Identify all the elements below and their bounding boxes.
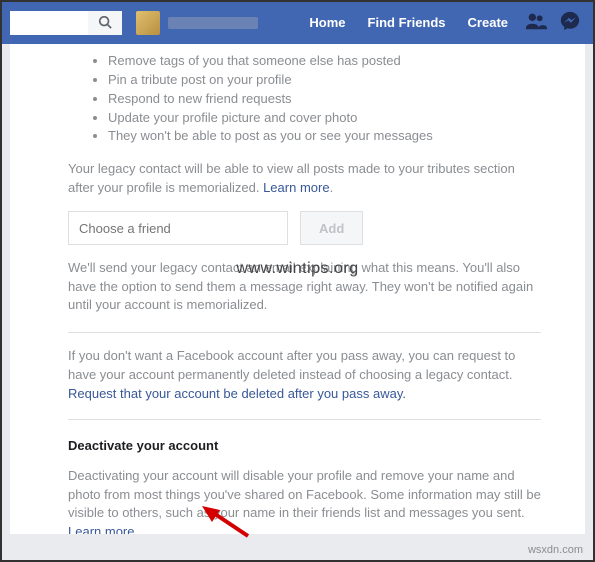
choose-friend-row: Add — [68, 211, 541, 245]
nav-find-friends[interactable]: Find Friends — [357, 2, 457, 44]
nav-home[interactable]: Home — [298, 2, 356, 44]
tributes-text: Your legacy contact will be able to view… — [68, 160, 541, 197]
learn-more-link[interactable]: Learn more — [263, 180, 329, 195]
list-item: Respond to new friend requests — [108, 90, 541, 109]
legacy-email-text: We'll send your legacy contact an email … — [68, 259, 541, 314]
list-item: Update your profile picture and cover ph… — [108, 109, 541, 128]
deactivate-title: Deactivate your account — [68, 438, 541, 453]
messenger-icon[interactable] — [559, 10, 581, 37]
add-button[interactable]: Add — [300, 211, 363, 245]
search-wrap — [10, 11, 122, 35]
username[interactable] — [168, 17, 258, 29]
request-delete-link[interactable]: Request that your account be deleted aft… — [68, 386, 406, 401]
divider — [68, 332, 541, 333]
friend-requests-icon[interactable] — [525, 10, 547, 37]
delete-request-text: If you don't want a Facebook account aft… — [68, 347, 541, 384]
footer-credit: wsxdn.com — [528, 544, 583, 556]
content: Remove tags of you that someone else has… — [10, 44, 585, 534]
choose-friend-input[interactable] — [68, 211, 288, 245]
deactivate-body: Deactivating your account will disable y… — [68, 467, 541, 534]
legacy-bullet-list: Remove tags of you that someone else has… — [108, 52, 541, 146]
list-item: Remove tags of you that someone else has… — [108, 52, 541, 71]
avatar[interactable] — [136, 11, 160, 35]
list-item: They won't be able to post as you or see… — [108, 127, 541, 146]
divider — [68, 419, 541, 420]
list-item: Pin a tribute post on your profile — [108, 71, 541, 90]
search-button[interactable] — [88, 11, 122, 35]
topbar-icons — [525, 10, 581, 37]
topbar: Home Find Friends Create — [2, 2, 593, 44]
nav-create[interactable]: Create — [457, 2, 519, 44]
nav: Home Find Friends Create — [298, 2, 519, 44]
search-icon — [98, 15, 112, 32]
learn-more-link[interactable]: Learn more — [68, 524, 134, 534]
search-input[interactable] — [10, 11, 88, 35]
